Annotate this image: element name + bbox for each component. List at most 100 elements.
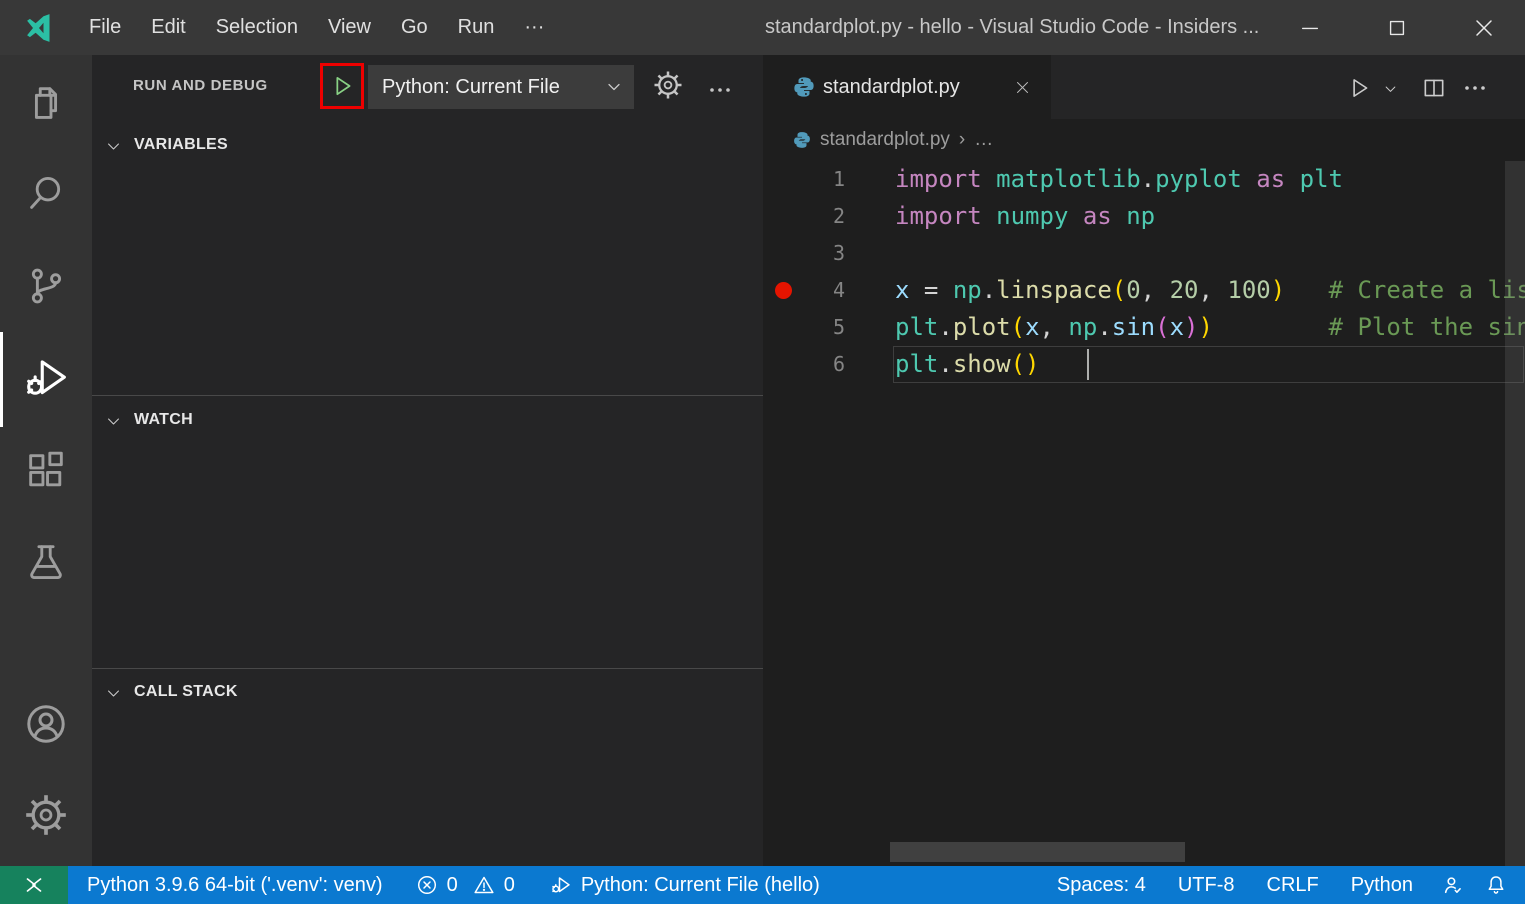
gear-icon [653,70,683,100]
editor-group: standardplot.py [763,55,1525,866]
vscode-window: FileEditSelectionViewGoRun··· standardpl… [0,0,1525,904]
code-line-2[interactable]: 2import numpy as np [763,198,1525,235]
tab-label: standardplot.py [823,55,960,119]
debug-config-dropdown[interactable]: Python: Current File [368,65,634,109]
sidebar-item-testing[interactable] [0,516,92,608]
start-debugging-icon [328,72,356,100]
code-line-6[interactable]: 6plt.show() [763,346,1525,383]
chevron-down-icon [105,413,122,430]
sidebar-item-source-control[interactable] [0,240,92,332]
search-icon [23,170,69,216]
sidebar-item-extensions[interactable] [0,424,92,516]
section-label: WATCH [134,411,193,429]
status-encoding[interactable]: UTF-8 [1169,866,1244,904]
chevron-down-icon [105,138,122,155]
menu-file[interactable]: File [74,0,136,55]
section-variables[interactable]: VARIABLES [92,128,763,162]
menu-run[interactable]: Run [443,0,510,55]
code-line-5[interactable]: 5 plt.plot(x, np.sin(x)) # Plot the sin [763,309,1525,346]
debug-settings-button[interactable] [653,70,683,100]
panel-title: RUN AND DEBUG [133,77,268,94]
section-call-stack[interactable]: CALL STACK [92,675,763,709]
notifications-button[interactable] [1475,866,1517,904]
code-text: x = np.linspace(0, 20, 100) # Create a l… [895,272,1525,309]
tab-standardplot[interactable]: standardplot.py [763,55,1051,119]
section-watch[interactable]: WATCH [92,403,763,437]
chevron-down-icon [604,77,634,97]
chevron-down-icon [105,685,122,702]
breadcrumb-symbol[interactable]: … [974,129,993,151]
start-debugging-button[interactable] [328,72,356,100]
code-line-3[interactable]: 3 [763,235,1525,272]
testing-icon [23,539,69,585]
annotation-highlight-box [320,63,364,109]
code-text: plt.show() [895,346,1040,383]
source-control-icon [23,263,69,309]
menu-edit[interactable]: Edit [136,0,200,55]
status-language[interactable]: Python [1342,866,1422,904]
explorer-icon [23,80,69,126]
run-python-file-button[interactable] [1346,75,1372,101]
close-icon[interactable] [1015,80,1030,95]
window-title: standardplot.py - hello - Visual Studio … [765,0,1275,55]
title-bar: FileEditSelectionViewGoRun··· standardpl… [0,0,1525,55]
section-label: CALL STACK [134,683,238,701]
horizontal-scrollbar[interactable] [890,842,1185,862]
line-number: 1 [803,161,845,198]
warning-count: 0 [504,866,515,904]
sidebar-item-manage[interactable] [0,769,92,861]
line-number: 3 [803,235,845,272]
python-icon [793,131,811,149]
python-icon [793,76,815,98]
section-divider [92,668,763,669]
menu-bar: FileEditSelectionViewGoRun··· [74,0,559,55]
status-python-interpreter[interactable]: Python 3.9.6 64-bit ('.venv': venv) [78,866,392,904]
views-more-actions-button[interactable] [708,78,732,102]
sidebar-item-run-and-debug[interactable] [0,332,92,424]
breakpoint-dot[interactable] [775,282,792,299]
code-text: import matplotlib.pyplot as plt [895,161,1343,198]
line-number: 4 [803,272,845,309]
error-icon [415,873,439,897]
menu-view[interactable]: View [313,0,386,55]
bell-icon [1484,873,1508,897]
sidebar-item-explorer[interactable] [0,57,92,149]
section-divider [92,395,763,396]
extensions-icon [23,447,69,493]
feedback-button[interactable] [1432,866,1475,904]
gear-icon [24,793,68,837]
remote-indicator[interactable] [0,866,68,904]
run-debug-icon [21,353,71,403]
breadcrumb-file[interactable]: standardplot.py [820,129,950,151]
close-button[interactable] [1456,0,1512,55]
status-eol[interactable]: CRLF [1258,866,1328,904]
status-problems[interactable]: 0 0 [406,866,524,904]
remote-icon [21,872,47,898]
editor-more-actions-button[interactable] [1463,76,1487,100]
line-number: 2 [803,198,845,235]
status-indentation[interactable]: Spaces: 4 [1048,866,1155,904]
line-number: 5 [803,309,845,346]
debug-config-label: Python: Current File [368,76,604,99]
split-editor-icon [1421,75,1447,101]
minimize-button[interactable] [1282,0,1338,55]
code-text: plt.plot(x, np.sin(x)) # Plot the sin [895,309,1525,346]
run-options-chevron[interactable] [1383,82,1398,97]
code-line-1[interactable]: 1 import matplotlib.pyplot as plt [763,161,1525,198]
vertical-scrollbar[interactable] [1505,161,1525,866]
menu-more[interactable]: ··· [509,0,559,55]
run-and-debug-panel: RUN AND DEBUG Python: Current File [92,55,763,866]
maximize-button[interactable] [1369,0,1425,55]
tab-strip: standardplot.py [763,55,1525,119]
status-debug-config[interactable]: Python: Current File (hello) [540,866,829,904]
vscode-insiders-logo [22,13,52,43]
breadcrumb[interactable]: standardplot.py › … [763,119,1525,161]
accounts-icon [22,700,70,748]
menu-go[interactable]: Go [386,0,443,55]
menu-selection[interactable]: Selection [201,0,313,55]
split-editor-button[interactable] [1421,75,1447,101]
sidebar-item-search[interactable] [0,147,92,239]
code-line-4[interactable]: 4 x = np.linspace(0, 20, 100) # Create a … [763,272,1525,309]
ellipsis-icon [1463,76,1487,100]
sidebar-item-accounts[interactable] [0,678,92,770]
